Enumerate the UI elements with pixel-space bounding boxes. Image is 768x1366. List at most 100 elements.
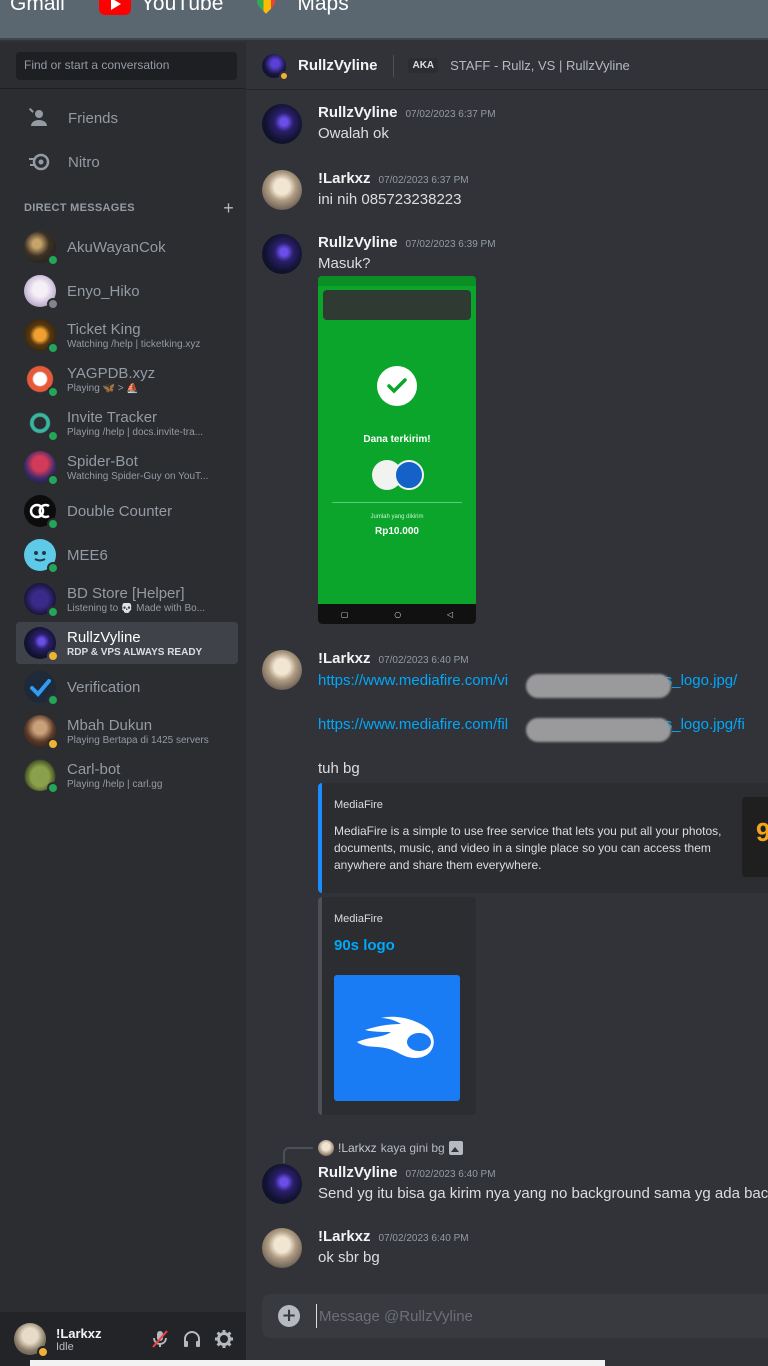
home-icon: ○ [394, 609, 402, 619]
avatar [24, 539, 59, 574]
dm-item-verification[interactable]: Verification [16, 666, 238, 708]
avatar[interactable] [262, 234, 302, 274]
checkmark-icon [377, 366, 417, 406]
message-timestamp: 07/02/2023 6:37 PM [405, 109, 496, 120]
reply-author: !Larkxz [338, 1141, 377, 1155]
dm-name: Spider-Bot [67, 452, 138, 470]
aka-badge: AKA [408, 58, 439, 73]
dm-item-enyo-hiko[interactable]: Enyo_Hiko [16, 270, 238, 312]
dm-item-double-counter[interactable]: Double Counter [16, 490, 238, 532]
user-settings-button[interactable] [208, 1323, 240, 1355]
dm-item-spider-bot[interactable]: Spider-Bot Watching Spider-Guy on YouT... [16, 446, 238, 488]
dana-amount-label: Jumlah yang dikirim [370, 514, 424, 520]
embed-thumbnail[interactable]: 9 [742, 797, 768, 877]
back-icon: ◁ [446, 609, 454, 619]
dm-name: Carl-bot [67, 760, 121, 778]
avatar[interactable] [262, 650, 302, 690]
dm-name: BD Store [Helper] [67, 584, 185, 602]
message-timestamp: 07/02/2023 6:39 PM [405, 239, 496, 250]
dm-item-mbah-dukun[interactable]: Mbah Dukun Playing Bertapa di 1425 server… [16, 710, 238, 752]
dm-activity: Playing 🦋 > ⛵ [67, 382, 139, 394]
status-idle-icon [47, 738, 59, 750]
dm-name: Enyo_Hiko [67, 282, 140, 300]
dm-name: Ticket King [67, 320, 141, 338]
nav-friends-label: Friends [68, 109, 119, 127]
dm-item-yagpdb[interactable]: YAGPDB.xyz Playing 🦋 > ⛵ [16, 358, 238, 400]
embed-title[interactable]: 90s logo [334, 937, 395, 954]
embed-provider[interactable]: MediaFire [334, 799, 383, 811]
message-author[interactable]: RullzVyline [318, 104, 397, 121]
chat-area: RullzVyline AKA STAFF - Rullz, VS | Rull… [246, 42, 768, 1366]
avatar[interactable] [262, 1228, 302, 1268]
bookmark-youtube[interactable]: YouTube [98, 0, 223, 24]
bookmark-label: Maps [297, 0, 349, 15]
image-icon [448, 1141, 463, 1155]
microphone-muted-icon [152, 1330, 168, 1348]
embed-provider[interactable]: MediaFire [334, 913, 383, 925]
dm-name: Verification [67, 678, 141, 696]
recipient-avatar [394, 460, 424, 490]
nav-nitro[interactable]: Nitro [16, 142, 238, 182]
dm-item-ticket-king[interactable]: Ticket King Watching /help | ticketking.x… [16, 314, 238, 356]
status-idle-icon [37, 1346, 49, 1358]
dm-item-mee6[interactable]: MEE6 [16, 534, 238, 576]
dm-item-invite-tracker[interactable]: Invite Tracker Playing /help | docs.invit… [16, 402, 238, 444]
avatar [24, 231, 59, 266]
maps-icon [257, 0, 275, 16]
avatar [24, 451, 59, 486]
avatar[interactable] [262, 104, 302, 144]
reply-spine [283, 1147, 313, 1163]
avatar[interactable] [262, 170, 302, 210]
message-input[interactable] [316, 1304, 756, 1328]
bookmark-maps[interactable]: Maps [257, 0, 348, 24]
dm-item-rullzvyline[interactable]: RullzVyline RDP & VPS ALWAYS READY [16, 622, 238, 664]
user-panel: !Larkxz Idle [0, 1312, 246, 1366]
message-author[interactable]: !Larkxz [318, 170, 371, 187]
image-attachment[interactable]: Dana terkirim! Jumlah yang dikirim Rp10.… [318, 276, 476, 624]
mediafire-flame-icon [357, 1016, 434, 1058]
link-embed: MediaFire MediaFire is a simple to use f… [318, 783, 768, 893]
add-attachment-button[interactable]: + [278, 1305, 300, 1327]
dm-item-akuwayancok[interactable]: AkuWayanCok [16, 226, 238, 268]
dm-name: RullzVyline [67, 628, 141, 646]
header-username[interactable]: RullzVyline [298, 57, 377, 74]
message-author[interactable]: RullzVyline [318, 1164, 397, 1181]
chat-header: RullzVyline AKA STAFF - Rullz, VS | Rull… [246, 42, 768, 90]
search-input[interactable]: Find or start a conversation [16, 52, 237, 80]
add-dm-icon[interactable]: + [223, 199, 234, 217]
link-start: https://www.mediafire.com/vi [318, 672, 509, 689]
avatar[interactable] [14, 1323, 49, 1358]
avatar [24, 319, 59, 354]
dm-activity: Playing Bertapa di 1425 servers [67, 734, 209, 746]
nitro-icon [28, 151, 50, 173]
dm-header: DIRECT MESSAGES + [24, 199, 234, 217]
dm-item-bd-store-helper[interactable]: BD Store [Helper] Listening to 💀 Made wit… [16, 578, 238, 620]
message-author[interactable]: !Larkxz [318, 650, 371, 667]
bookmarks-bar: Gmail YouTube Maps [0, 0, 768, 40]
message-text: ini nih 085723238223 [318, 191, 462, 208]
bookmark-gmail[interactable]: Gmail [10, 0, 65, 24]
dm-name: YAGPDB.xyz [67, 364, 156, 382]
reply-reference[interactable]: !Larkxz kaya gini bg [318, 1140, 463, 1156]
message-author[interactable]: RullzVyline [318, 234, 397, 251]
message-timestamp: 07/02/2023 6:40 PM [405, 1169, 496, 1180]
mute-mic-button[interactable] [144, 1323, 176, 1355]
dm-item-carl-bot[interactable]: Carl-bot Playing /help | carl.gg [16, 754, 238, 796]
dm-activity: Watching /help | ticketking.xyz [67, 338, 201, 350]
deafen-button[interactable] [176, 1323, 208, 1355]
status-online-icon [47, 562, 59, 574]
nav-friends[interactable]: Friends [16, 98, 238, 138]
bookmark-label: Gmail [10, 0, 65, 15]
mediafire-logo-image[interactable] [334, 975, 460, 1101]
avatar[interactable] [262, 53, 289, 81]
window-bottom-bar [30, 1360, 605, 1366]
dm-sidebar: Find or start a conversation Friends Nit… [0, 42, 246, 1366]
redaction-blur [526, 718, 671, 742]
avatar[interactable] [262, 1164, 302, 1204]
message-text: ok sbr bg [318, 1249, 380, 1266]
status-offline-icon [47, 298, 59, 310]
message-timestamp: 07/02/2023 6:40 PM [378, 1233, 469, 1244]
friends-icon [28, 107, 50, 129]
message-author[interactable]: !Larkxz [318, 1228, 371, 1245]
header-nicknames: STAFF - Rullz, VS | RullzVyline [450, 58, 630, 73]
